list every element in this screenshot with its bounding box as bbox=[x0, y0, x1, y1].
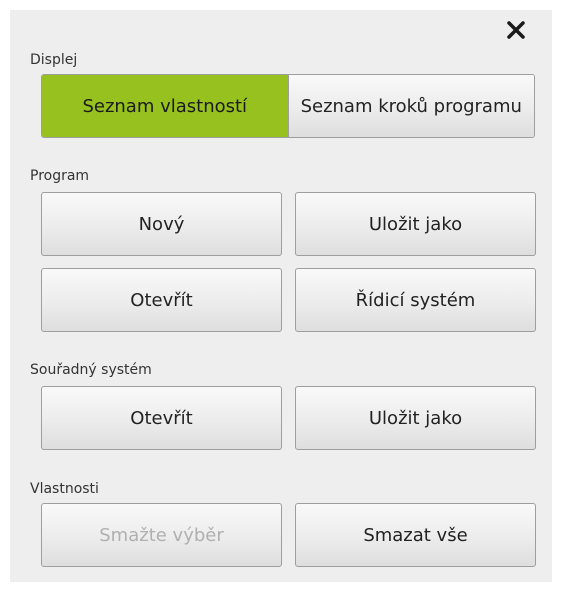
display-mode-toggle: Seznam vlastností Seznam kroků programu bbox=[41, 74, 535, 138]
coordinate-system-section-label: Souřadný systém bbox=[30, 362, 152, 378]
close-icon[interactable] bbox=[504, 18, 528, 42]
open-coordinate-system-button[interactable]: Otevřít bbox=[41, 386, 282, 450]
delete-selection-button[interactable]: Smažte výběr bbox=[41, 503, 282, 567]
properties-section-label: Vlastnosti bbox=[30, 481, 99, 497]
open-program-button[interactable]: Otevřít bbox=[41, 268, 282, 332]
delete-all-button[interactable]: Smazat vše bbox=[295, 503, 536, 567]
save-program-as-button[interactable]: Uložit jako bbox=[295, 192, 536, 256]
property-list-tab[interactable]: Seznam vlastností bbox=[42, 75, 288, 137]
save-coordinate-system-as-button[interactable]: Uložit jako bbox=[295, 386, 536, 450]
program-section-label: Program bbox=[30, 168, 90, 184]
control-system-button[interactable]: Řídicí systém bbox=[295, 268, 536, 332]
display-section-label: Displej bbox=[30, 52, 78, 68]
new-program-button[interactable]: Nový bbox=[41, 192, 282, 256]
program-steps-list-tab[interactable]: Seznam kroků programu bbox=[287, 75, 534, 137]
